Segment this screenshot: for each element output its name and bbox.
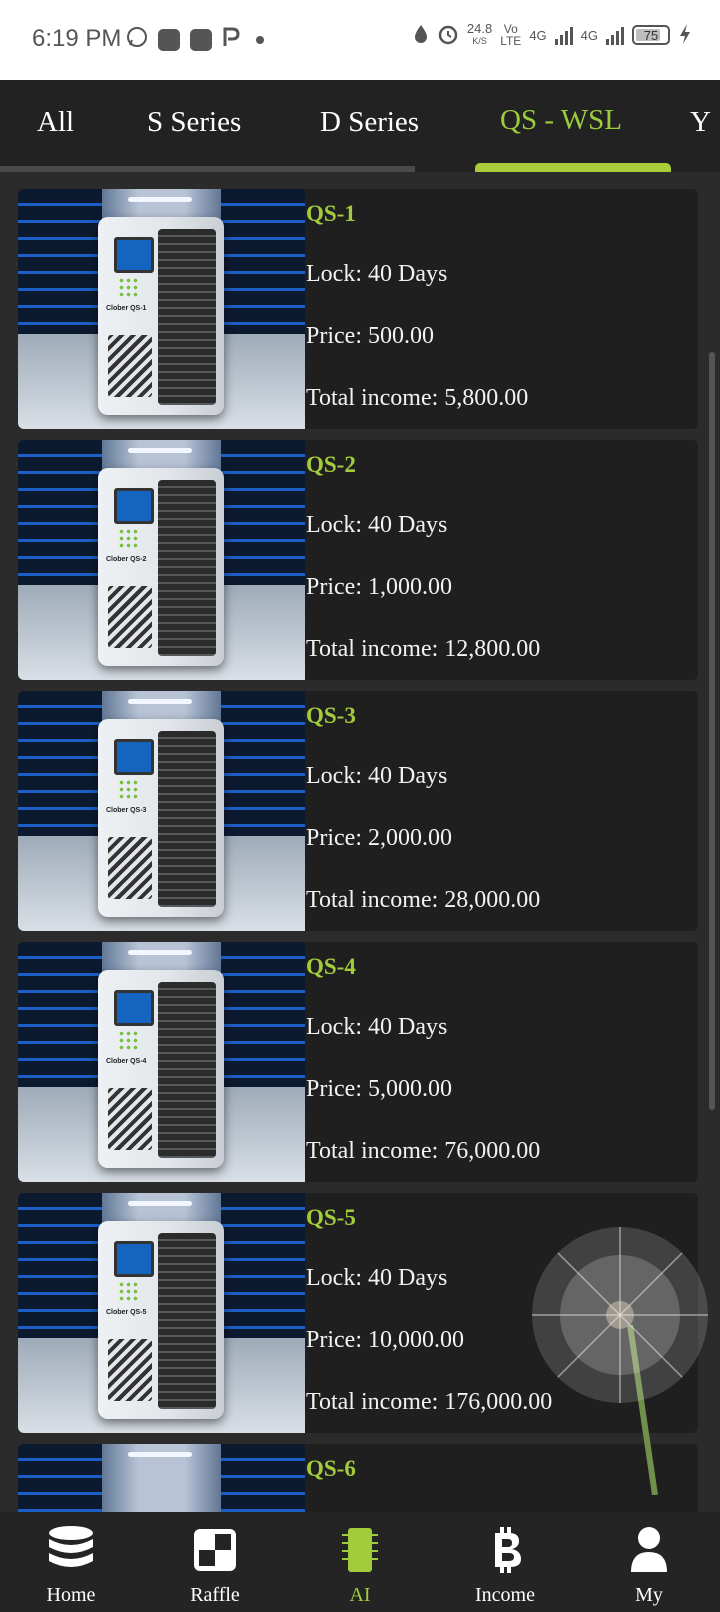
facebook-icon [158,28,180,51]
nav-raffle-label: Raffle [190,1584,240,1606]
nav-ai[interactable]: AI [305,1524,415,1607]
product-income: Total income: 176,000.00 [306,1389,553,1415]
product-lock: Lock: 40 Days [306,763,448,789]
nav-income-label: Income [475,1584,535,1606]
tab-qs-wsl[interactable]: QS - WSL [500,104,622,137]
product-image [18,1444,305,1512]
miner-label: Clober QS-2 [106,556,147,563]
miner-label: Clober QS-1 [106,305,147,312]
product-price: Price: 10,000.00 [306,1327,464,1353]
product-image: Clober QS-3 [18,691,305,931]
network-speed: 24.8 K/S [466,21,493,46]
signal-1-icon [554,25,573,45]
nav-income[interactable]: Income [450,1524,560,1607]
list-scrollbar[interactable] [709,352,715,1110]
status-bar: 6:19 PM 24.8 K/S Vo LTE 4G 4G 75 [0,0,720,80]
tab-y[interactable]: Y [690,106,711,139]
database-icon [16,1524,126,1576]
raffle-icon [160,1524,270,1576]
miner-label: Clober QS-4 [106,1058,147,1065]
product-price: Price: 500.00 [306,323,434,349]
charging-icon [678,23,692,48]
more-notifications-icon [256,35,264,44]
system-icons: 24.8 K/S Vo LTE 4G 4G 75 [413,22,692,48]
product-image: Clober QS-1 [18,189,305,429]
product-lock: Lock: 40 Days [306,261,448,287]
product-image: Clober QS-2 [18,440,305,680]
sim1-label: 4G [529,27,547,43]
product-price: Price: 5,000.00 [306,1076,452,1102]
product-price: Price: 2,000.00 [306,825,452,851]
category-tabs: All S Series D Series QS - WSL Y [0,80,720,172]
tab-d-series[interactable]: D Series [320,106,419,139]
volte-indicator: Vo LTE [500,22,522,48]
miner-label: Clober QS-3 [106,807,147,814]
app-notification-icon [190,28,212,51]
nav-raffle[interactable]: Raffle [160,1524,270,1607]
product-name: QS-1 [306,201,356,226]
product-card[interactable]: Clober QS-5 QS-5 Lock: 40 Days Price: 10… [18,1193,698,1433]
tab-s-series[interactable]: S Series [147,106,241,139]
product-name: QS-2 [306,452,356,477]
bottom-nav: Home Raffle AI Income My [0,1512,720,1612]
product-income: Total income: 28,000.00 [306,887,541,913]
status-time: 6:19 PM [32,25,122,52]
product-name: QS-6 [306,1456,356,1481]
battery-icon: 75 [632,25,670,45]
alarm-icon [437,23,459,48]
product-image: Clober QS-4 [18,942,305,1182]
signal-2-icon [606,25,624,45]
product-card[interactable]: Clober QS-1 QS-1 Lock: 40 Days Price: 50… [18,189,698,429]
nav-ai-label: AI [349,1584,371,1606]
product-income: Total income: 5,800.00 [306,385,529,411]
paypal-icon [222,26,240,53]
product-price: Price: 1,000.00 [306,574,452,600]
product-card[interactable]: Clober QS-4 QS-4 Lock: 40 Days Price: 5,… [18,942,698,1182]
data-saver-icon [413,23,429,48]
user-icon [594,1524,704,1576]
product-card[interactable]: Clober QS-3 QS-3 Lock: 40 Days Price: 2,… [18,691,698,931]
product-card[interactable]: QS-6 [18,1444,698,1512]
product-name: QS-5 [306,1205,356,1230]
nav-home[interactable]: Home [16,1524,126,1607]
miner-label: Clober QS-5 [106,1309,147,1316]
nav-my-label: My [635,1584,663,1606]
product-list: Clober QS-1 QS-1 Lock: 40 Days Price: 50… [0,172,720,1512]
nav-home-label: Home [46,1584,96,1606]
product-name: QS-3 [306,703,356,728]
chip-icon [305,1524,415,1576]
product-card[interactable]: Clober QS-2 QS-2 Lock: 40 Days Price: 1,… [18,440,698,680]
product-income: Total income: 76,000.00 [306,1138,541,1164]
nav-my[interactable]: My [594,1524,704,1607]
whatsapp-icon [126,26,148,53]
notification-icons [126,26,264,53]
product-lock: Lock: 40 Days [306,512,448,538]
product-income: Total income: 12,800.00 [306,636,541,662]
product-lock: Lock: 40 Days [306,1265,448,1291]
bitcoin-icon [450,1524,560,1576]
product-lock: Lock: 40 Days [306,1014,448,1040]
product-image: Clober QS-5 [18,1193,305,1433]
sim2-label: 4G [580,27,598,43]
product-name: QS-4 [306,954,356,979]
tab-all[interactable]: All [37,106,74,139]
tab-active-indicator [475,163,671,172]
